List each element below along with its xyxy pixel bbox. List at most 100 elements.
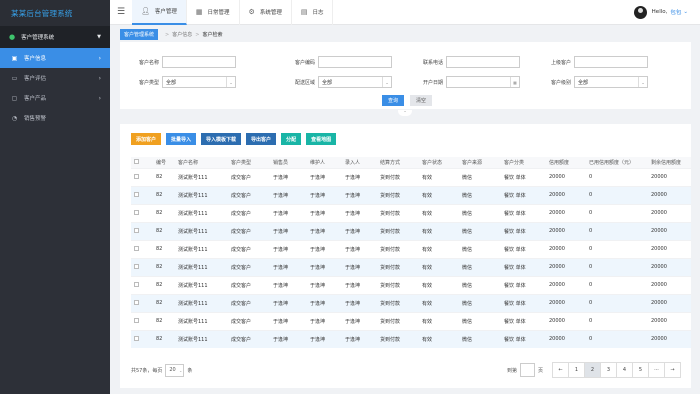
customer-type-select[interactable]: 全部 ⌄ (162, 76, 236, 88)
row-checkbox[interactable] (134, 299, 139, 305)
add-customer-button[interactable]: 添加客户 (131, 133, 162, 145)
row-checkbox-cell[interactable] (131, 185, 153, 204)
assign-button[interactable]: 分配 (281, 133, 302, 145)
user-icon: 👤︎ (141, 7, 150, 15)
phone-input[interactable] (446, 56, 520, 68)
table-row[interactable]: 82 测试账号111 成交客户 于逢坤 于逢坤 于逢坤 货到付款 有效 微信 餐饮 单体 20000… (131, 275, 691, 294)
sidebar-item-customer-info[interactable]: ▣ 客户信息 › (0, 48, 110, 68)
sidebar-item-sales-alert[interactable]: ◔ 销售预警 (0, 108, 110, 128)
table-cell: 餐饮 单体 (501, 329, 546, 348)
row-checkbox-cell[interactable] (131, 311, 153, 330)
table-row[interactable]: 82 测试账号111 成交客户 于逢坤 于逢坤 于逢坤 货到付款 有效 微信 餐饮 单体 20000… (131, 239, 691, 258)
row-checkbox-cell[interactable] (131, 167, 153, 186)
download-template-button[interactable]: 导入模板下载 (201, 133, 242, 145)
table-cell: 有效 (419, 185, 459, 204)
row-checkbox-cell[interactable] (131, 275, 153, 294)
grid-icon: ▦ (195, 8, 203, 16)
table-body: 82 测试账号111 成交客户 于逢坤 于逢坤 于逢坤 货到付款 有效 微信 餐饮 单体 20000… (131, 167, 691, 348)
row-checkbox[interactable] (134, 209, 139, 215)
row-checkbox[interactable] (134, 191, 139, 197)
row-checkbox[interactable] (134, 245, 139, 251)
tab-log[interactable]: ▤ 日志 (292, 0, 334, 25)
table-cell: 于逢坤 (307, 203, 342, 222)
page-button[interactable]: 3 (600, 362, 617, 378)
table-cell: 餐饮 单体 (501, 239, 546, 258)
clear-button[interactable]: 清空 (410, 95, 433, 106)
row-checkbox[interactable] (134, 227, 139, 233)
table-cell: 20000 (546, 329, 586, 348)
customer-code-input[interactable] (318, 56, 392, 68)
table-cell: 20000 (648, 239, 691, 258)
breadcrumb-item[interactable]: 客户管理系统 (120, 29, 159, 40)
table-row[interactable]: 82 测试账号111 成交客户 于逢坤 于逢坤 于逢坤 货到付款 有效 微信 餐饮 单体 20000… (131, 311, 691, 330)
caret-down-icon: ▼ (97, 34, 101, 40)
sidebar-item-customer-product[interactable]: ▢ 客户产品 › (0, 88, 110, 108)
customer-level-select[interactable]: 全部 ⌄ (574, 76, 648, 88)
export-customer-button[interactable]: 导出客户 (246, 133, 277, 145)
sidebar-item-customer-eval[interactable]: ▭ 客户评估 › (0, 68, 110, 88)
table-cell: 成交客户 (228, 275, 270, 294)
table-cell: 82 (153, 293, 175, 312)
row-checkbox[interactable] (134, 263, 139, 269)
system-switcher[interactable]: ● 客户管理系统 ▼ (0, 26, 110, 48)
page-button[interactable]: 1 (568, 362, 585, 378)
delivery-area-select[interactable]: 全部 ⌄ (318, 76, 392, 88)
table-cell: 于逢坤 (342, 257, 377, 276)
page-size-select[interactable]: 20 ⌄ (165, 363, 185, 377)
table-cell: 20000 (648, 203, 691, 222)
row-checkbox-cell[interactable] (131, 221, 153, 240)
prev-page-icon[interactable]: ← (552, 362, 569, 378)
row-checkbox-cell[interactable] (131, 329, 153, 348)
select-all-checkbox-cell[interactable] (131, 157, 153, 168)
row-checkbox-cell[interactable] (131, 239, 153, 258)
table-cell: 微信 (459, 293, 501, 312)
row-checkbox-cell[interactable] (131, 203, 153, 222)
row-checkbox[interactable] (134, 335, 139, 341)
user-name: 包包 (670, 10, 682, 16)
table-row[interactable]: 82 测试账号111 成交客户 于逢坤 于逢坤 于逢坤 货到付款 有效 微信 餐饮 单体 20000… (131, 293, 691, 312)
parent-customer-input[interactable] (574, 56, 648, 68)
goto-page-input[interactable] (519, 363, 535, 377)
table-row[interactable]: 82 测试账号111 成交客户 于逢坤 于逢坤 于逢坤 货到付款 有效 微信 餐饮 单体 20000… (131, 257, 691, 276)
select-all-checkbox[interactable] (134, 158, 139, 164)
column-header: 客户类型 (228, 157, 270, 168)
table-row[interactable]: 82 测试账号111 成交客户 于逢坤 于逢坤 于逢坤 货到付款 有效 微信 餐饮 单体 20000… (131, 221, 691, 240)
row-checkbox[interactable] (134, 281, 139, 287)
page-button[interactable]: 2 (584, 362, 601, 378)
collapse-search-icon[interactable]: ⌃ (398, 110, 412, 116)
page-button[interactable]: ··· (648, 362, 665, 378)
sidebar-item-label: 客户产品 (24, 96, 47, 102)
query-button[interactable]: 查询 (382, 95, 405, 106)
calendar-icon[interactable]: ▦ (510, 77, 519, 87)
view-map-button[interactable]: 查看地图 (306, 133, 337, 145)
row-checkbox-cell[interactable] (131, 257, 153, 276)
menu-toggle-icon[interactable]: ☰ (110, 7, 132, 17)
batch-import-button[interactable]: 批量导入 (166, 133, 197, 145)
tab-system-management[interactable]: ⚙ 系统管理 (240, 0, 292, 25)
table-cell: 货到付款 (377, 257, 419, 276)
table-cell: 20000 (648, 275, 691, 294)
chevron-right-icon: › (98, 94, 101, 102)
user-menu[interactable]: Hello, 包包 ⌄ (633, 5, 700, 19)
table-row[interactable]: 82 测试账号111 成交客户 于逢坤 于逢坤 于逢坤 货到付款 有效 微信 餐饮 单体 20000… (131, 329, 691, 348)
table-row[interactable]: 82 测试账号111 成交客户 于逢坤 于逢坤 于逢坤 货到付款 有效 微信 餐饮 单体 20000… (131, 167, 691, 186)
tab-daily-management[interactable]: ▦ 日常管理 (187, 0, 240, 25)
table-cell: 20000 (546, 311, 586, 330)
tab-customer-management[interactable]: 👤︎ 客户管理 (132, 0, 187, 25)
topbar: ☰ 👤︎ 客户管理 ▦ 日常管理 ⚙ 系统管理 ▤ 日志 Hello, 包包 ⌄ (110, 0, 700, 25)
row-checkbox-cell[interactable] (131, 293, 153, 312)
table-cell: 于逢坤 (307, 239, 342, 258)
table-row[interactable]: 82 测试账号111 成交客户 于逢坤 于逢坤 于逢坤 货到付款 有效 微信 餐饮 单体 20000… (131, 185, 691, 204)
open-date-input[interactable]: ▦ (446, 76, 520, 88)
table-row[interactable]: 82 测试账号111 成交客户 于逢坤 于逢坤 于逢坤 货到付款 有效 微信 餐饮 单体 20000… (131, 203, 691, 222)
row-checkbox[interactable] (134, 317, 139, 323)
row-checkbox[interactable] (134, 173, 139, 179)
breadcrumb-item[interactable]: 客户信息 (172, 31, 192, 38)
next-page-icon[interactable]: → (664, 362, 681, 378)
page-button[interactable]: 4 (616, 362, 633, 378)
field-label: 上级客户 (550, 59, 571, 66)
customer-name-input[interactable] (162, 56, 236, 68)
table-cell: 餐饮 单体 (501, 221, 546, 240)
table-cell: 测试账号111 (175, 293, 228, 312)
page-button[interactable]: 5 (632, 362, 649, 378)
